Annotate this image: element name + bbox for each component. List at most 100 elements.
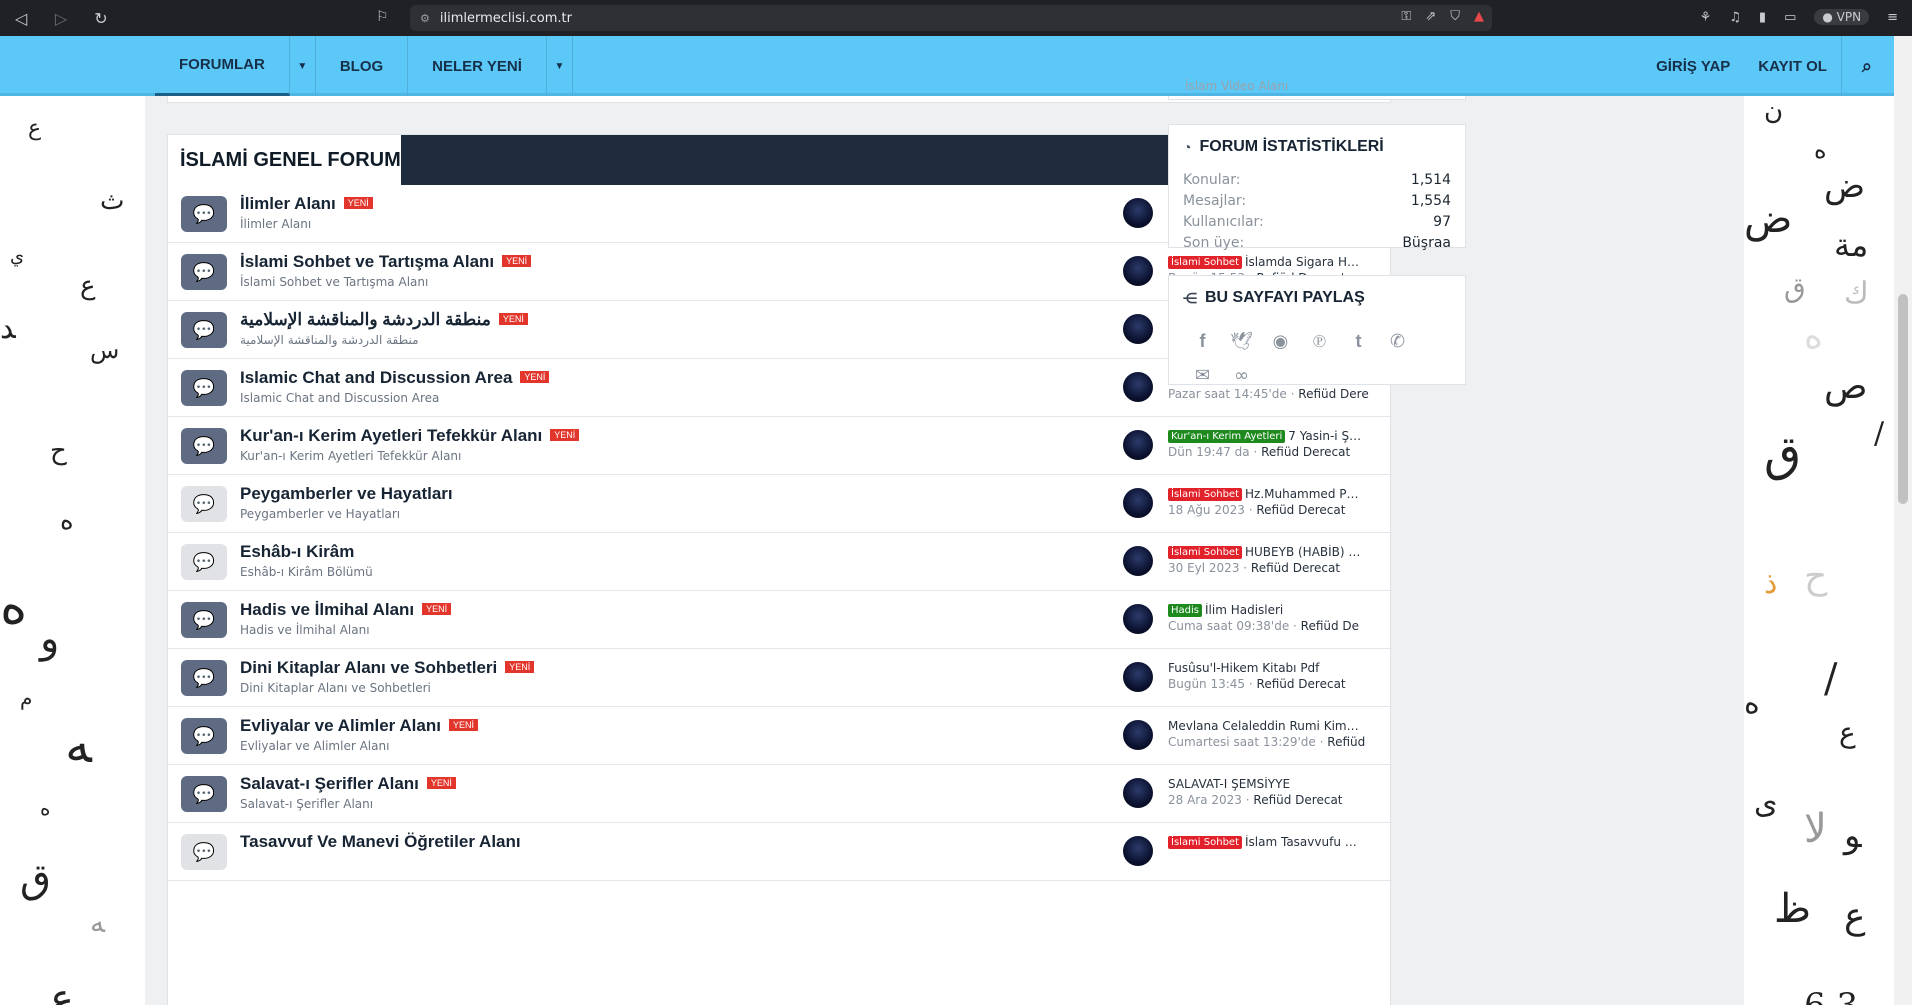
forum-chat-icon[interactable]: 💬: [181, 254, 227, 290]
forum-chat-icon[interactable]: 💬: [181, 660, 227, 696]
avatar[interactable]: [1123, 836, 1153, 866]
forum-chat-icon[interactable]: 💬: [181, 776, 227, 812]
latest-thread-link[interactable]: 7 Yasin-i Ş…: [1288, 429, 1361, 443]
vpn-button[interactable]: ● VPN: [1814, 9, 1870, 25]
latest-thread-link[interactable]: Mevlana Celaleddin Rumi Kim…: [1168, 719, 1359, 733]
forum-chat-icon[interactable]: 💬: [181, 486, 227, 522]
forum-chat-icon[interactable]: 💬: [181, 834, 227, 870]
forum-title-link[interactable]: Kur'an-ı Kerim Ayetleri Tefekkür Alanı: [240, 426, 542, 445]
forum-title-link[interactable]: Tasavvuf Ve Manevi Öğretiler Alanı: [240, 832, 521, 851]
forums-dropdown-icon[interactable]: ▼: [290, 36, 316, 96]
pinterest-icon[interactable]: ℗: [1306, 326, 1333, 356]
forward-icon[interactable]: ▷: [50, 9, 72, 28]
latest-post-time[interactable]: Dün 19:47 da: [1168, 445, 1250, 459]
thread-prefix-badge[interactable]: İslami Sohbet: [1168, 836, 1242, 849]
forum-title-link[interactable]: Islamic Chat and Discussion Area: [240, 368, 512, 387]
latest-thread-link[interactable]: İslamda Sigara H…: [1245, 255, 1359, 269]
latest-post-time[interactable]: 18 Ağu 2023: [1168, 503, 1245, 517]
forum-title-link[interactable]: Dini Kitaplar Alanı ve Sohbetleri: [240, 658, 497, 677]
sidebar-icon[interactable]: ▮: [1759, 10, 1766, 25]
avatar[interactable]: [1123, 372, 1153, 402]
latest-post-time[interactable]: Cuma saat 09:38'de: [1168, 619, 1289, 633]
address-bar[interactable]: ⚐ ⚙ ilimlermeclisi.com.tr ⚿ ⇗ ⛉ ▲: [376, 5, 1492, 31]
forum-chat-icon[interactable]: 💬: [181, 718, 227, 754]
latest-post-time[interactable]: 28 Ara 2023: [1168, 793, 1242, 807]
page-scrollbar[interactable]: [1894, 36, 1912, 1005]
latest-thread-link[interactable]: HUBEYB (HABİB) …: [1245, 545, 1360, 559]
latest-thread-link[interactable]: İlim Hadisleri: [1205, 603, 1283, 617]
avatar[interactable]: [1123, 778, 1153, 808]
latest-post-user[interactable]: Refiüd: [1327, 735, 1365, 749]
whats-new-dropdown-icon[interactable]: ▼: [547, 36, 573, 96]
avatar[interactable]: [1123, 430, 1153, 460]
latest-post-user[interactable]: Refiüd Derecat: [1257, 677, 1346, 691]
site-info-icon[interactable]: ⚙: [420, 12, 430, 25]
reddit-icon[interactable]: ◉: [1267, 326, 1294, 356]
forum-title-link[interactable]: Eshâb-ı Kirâm: [240, 542, 354, 561]
forum-title-link[interactable]: İslami Sohbet ve Tartışma Alanı: [240, 252, 494, 271]
thread-prefix-badge[interactable]: İslami Sohbet: [1168, 488, 1242, 501]
thread-prefix-badge[interactable]: Kur'an-ı Kerim Ayetleri: [1168, 430, 1286, 443]
latest-thread-link[interactable]: İslam Tasavvufu …: [1245, 835, 1357, 849]
forum-chat-icon[interactable]: 💬: [181, 428, 227, 464]
forum-title-link[interactable]: İlimler Alanı: [240, 194, 336, 213]
avatar[interactable]: [1123, 198, 1153, 228]
thread-prefix-badge[interactable]: Hadis: [1168, 604, 1202, 617]
reload-icon[interactable]: ↻: [90, 9, 112, 28]
register-link[interactable]: KAYIT OL: [1744, 36, 1841, 96]
latest-post-user[interactable]: Refiüd Derecat: [1261, 445, 1350, 459]
avatar[interactable]: [1123, 256, 1153, 286]
category-title[interactable]: İSLAMİ GENEL FORUM: [168, 135, 401, 185]
extensions-icon[interactable]: ⚘: [1700, 10, 1712, 25]
forum-title-link[interactable]: منطقة الدردشة والمناقشة الإسلامية: [240, 310, 491, 329]
forum-title-link[interactable]: Evliyalar ve Alimler Alanı: [240, 716, 441, 735]
avatar[interactable]: [1123, 720, 1153, 750]
forum-title-link[interactable]: Hadis ve İlmihal Alanı: [240, 600, 414, 619]
avatar[interactable]: [1123, 488, 1153, 518]
forum-chat-icon[interactable]: 💬: [181, 602, 227, 638]
forum-chat-icon[interactable]: 💬: [181, 196, 227, 232]
back-icon[interactable]: ◁: [10, 9, 32, 28]
latest-post-user[interactable]: Refiüd Derecat: [1251, 561, 1340, 575]
avatar[interactable]: [1123, 604, 1153, 634]
brave-shield-icon[interactable]: ⛉: [1450, 9, 1460, 24]
thread-prefix-badge[interactable]: İslami Sohbet: [1168, 256, 1242, 269]
latest-thread-link[interactable]: SALAVAT-I ŞEMSİYYE: [1168, 777, 1290, 791]
facebook-icon[interactable]: f: [1189, 326, 1216, 356]
tumblr-icon[interactable]: t: [1345, 326, 1372, 356]
avatar[interactable]: [1123, 546, 1153, 576]
latest-post-user[interactable]: Refiüd De: [1301, 619, 1359, 633]
nav-whats-new[interactable]: NELER YENİ: [408, 36, 547, 96]
forum-chat-icon[interactable]: 💬: [181, 370, 227, 406]
latest-post-time[interactable]: 30 Eyl 2023: [1168, 561, 1239, 575]
thread-prefix-badge[interactable]: İslami Sohbet: [1168, 546, 1242, 559]
link-icon[interactable]: ∞: [1228, 360, 1255, 390]
latest-thread-link[interactable]: Fusûsu'l-Hikem Kitabı Pdf: [1168, 661, 1319, 675]
wallet-icon[interactable]: ▭: [1784, 10, 1796, 25]
bookmark-icon[interactable]: ⚐: [376, 9, 389, 25]
brave-rewards-icon[interactable]: ▲: [1474, 9, 1484, 24]
media-icon[interactable]: ♫: [1729, 10, 1741, 25]
nav-forums[interactable]: FORUMLAR: [155, 36, 290, 96]
nav-blog[interactable]: BLOG: [316, 36, 409, 96]
previous-sidebar-text[interactable]: İslam Video Alanı: [1185, 79, 1288, 93]
login-link[interactable]: GİRİŞ YAP: [1642, 36, 1744, 96]
share-icon[interactable]: ⇗: [1425, 9, 1436, 24]
avatar[interactable]: [1123, 314, 1153, 344]
newest-member-link[interactable]: Büşraa: [1402, 235, 1451, 251]
whatsapp-icon[interactable]: ✆: [1384, 326, 1411, 356]
avatar[interactable]: [1123, 662, 1153, 692]
forum-title-link[interactable]: Salavat-ı Şerifler Alanı: [240, 774, 419, 793]
latest-post-user[interactable]: Refiüd Derecat: [1256, 503, 1345, 517]
menu-icon[interactable]: ≡: [1887, 10, 1898, 25]
forum-chat-icon[interactable]: 💬: [181, 544, 227, 580]
latest-post-user[interactable]: Refiüd Derecat: [1253, 793, 1342, 807]
forum-title-link[interactable]: Peygamberler ve Hayatları: [240, 484, 453, 503]
latest-post-time[interactable]: Cumartesi saat 13:29'de: [1168, 735, 1316, 749]
search-icon[interactable]: ⌕: [1840, 36, 1894, 96]
twitter-icon[interactable]: 🕊: [1228, 326, 1255, 356]
latest-thread-link[interactable]: Hz.Muhammed P…: [1245, 487, 1358, 501]
scrollbar-thumb[interactable]: [1898, 294, 1908, 504]
forum-chat-icon[interactable]: 💬: [181, 312, 227, 348]
key-icon[interactable]: ⚿: [1401, 9, 1411, 24]
